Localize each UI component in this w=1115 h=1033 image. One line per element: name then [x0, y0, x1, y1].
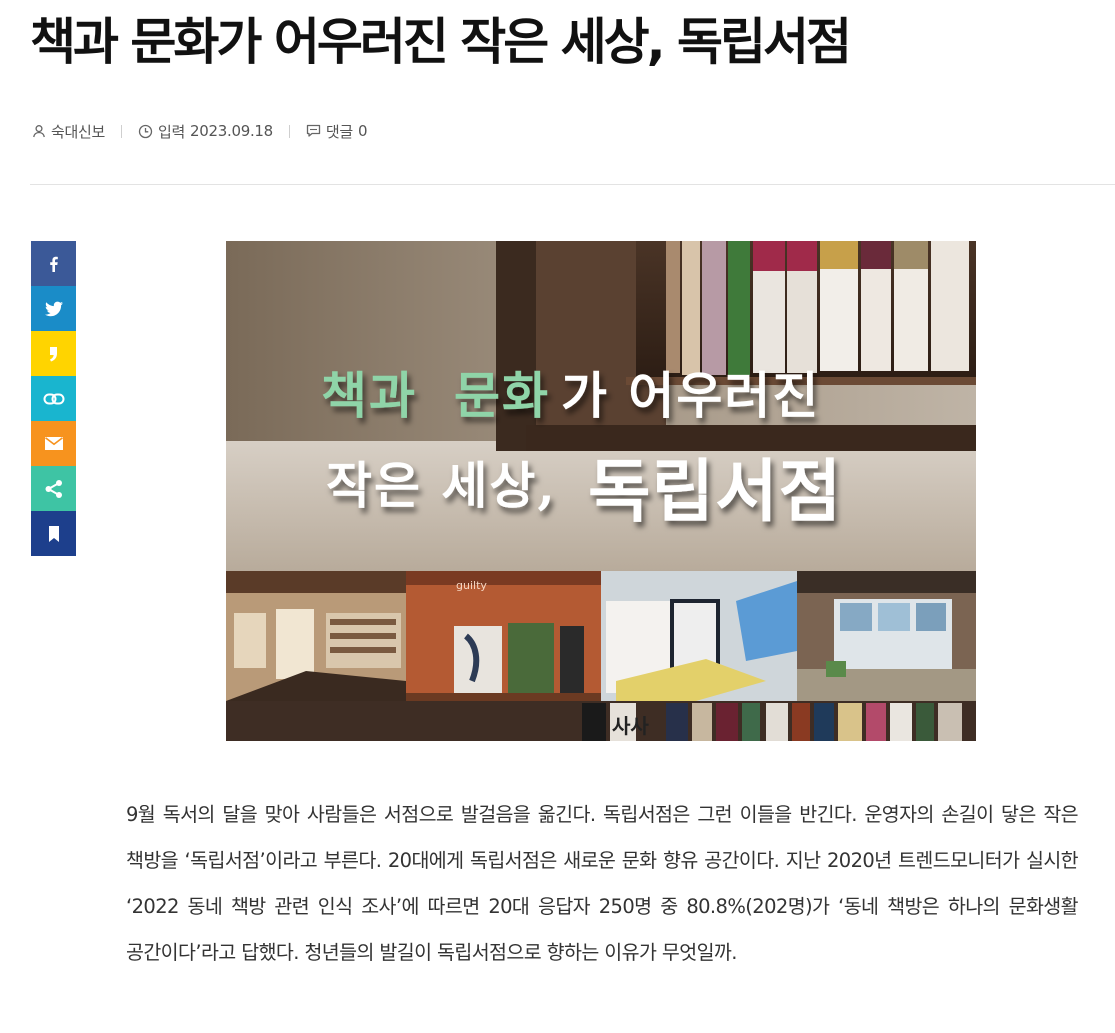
hero-caption-line1-rest: 가 어우러진 — [561, 366, 820, 425]
hero-shelf-tag: guilty — [456, 579, 487, 592]
bookmark-button[interactable] — [31, 511, 76, 556]
share-bar — [31, 241, 76, 556]
email-share-button[interactable] — [31, 421, 76, 466]
article-meta: 숙대신보 입력 2023.09.18 댓글 0 — [32, 119, 367, 143]
date-label: 입력 — [158, 122, 186, 141]
hero-image: 책과 문화 가 어우러진 작은 세상, 독립서점 guilty 사사 — [226, 241, 976, 741]
facebook-share-button[interactable] — [31, 241, 76, 286]
comments-count: 0 — [357, 122, 368, 140]
hero-caption-line2-part1: 작은 세상, — [326, 456, 557, 515]
email-icon — [44, 436, 64, 451]
hero-caption-word2: 문화 — [454, 366, 550, 425]
hero-spine-text: 사사 — [612, 714, 649, 738]
meta-separator — [288, 124, 290, 138]
comments-link[interactable]: 댓글 0 — [306, 121, 367, 142]
share-button[interactable] — [31, 466, 76, 511]
meta-separator — [121, 124, 123, 138]
comments-label: 댓글 — [325, 122, 353, 141]
user-icon — [32, 124, 46, 138]
hero-caption-line2-part2: 독립서점 — [588, 452, 842, 532]
twitter-icon — [44, 300, 64, 318]
hero-photo-collage: guilty 사사 — [226, 571, 976, 741]
header-divider — [30, 184, 1115, 185]
publish-date: 입력 2023.09.18 — [138, 121, 273, 142]
date-value: 2023.09.18 — [190, 122, 273, 140]
clock-icon — [138, 124, 153, 139]
kakaostory-share-button[interactable] — [31, 331, 76, 376]
twitter-share-button[interactable] — [31, 286, 76, 331]
article-body: 9월 독서의 달을 맞아 사람들은 서점으로 발걸음을 옮긴다. 독립서점은 그… — [126, 803, 1079, 964]
kakaostory-icon — [47, 344, 61, 364]
bookmark-icon — [47, 525, 61, 543]
author-name: 숙대신보 — [51, 122, 106, 141]
author[interactable]: 숙대신보 — [32, 121, 105, 142]
article-title: 책과 문화가 어우러진 작은 세상, 독립서점 — [30, 13, 852, 71]
facebook-icon — [45, 255, 63, 273]
copy-link-button[interactable] — [31, 376, 76, 421]
link-icon — [43, 392, 65, 406]
hero-caption-word1: 책과 — [321, 366, 417, 425]
share-icon — [44, 479, 64, 499]
comment-icon — [306, 124, 321, 138]
